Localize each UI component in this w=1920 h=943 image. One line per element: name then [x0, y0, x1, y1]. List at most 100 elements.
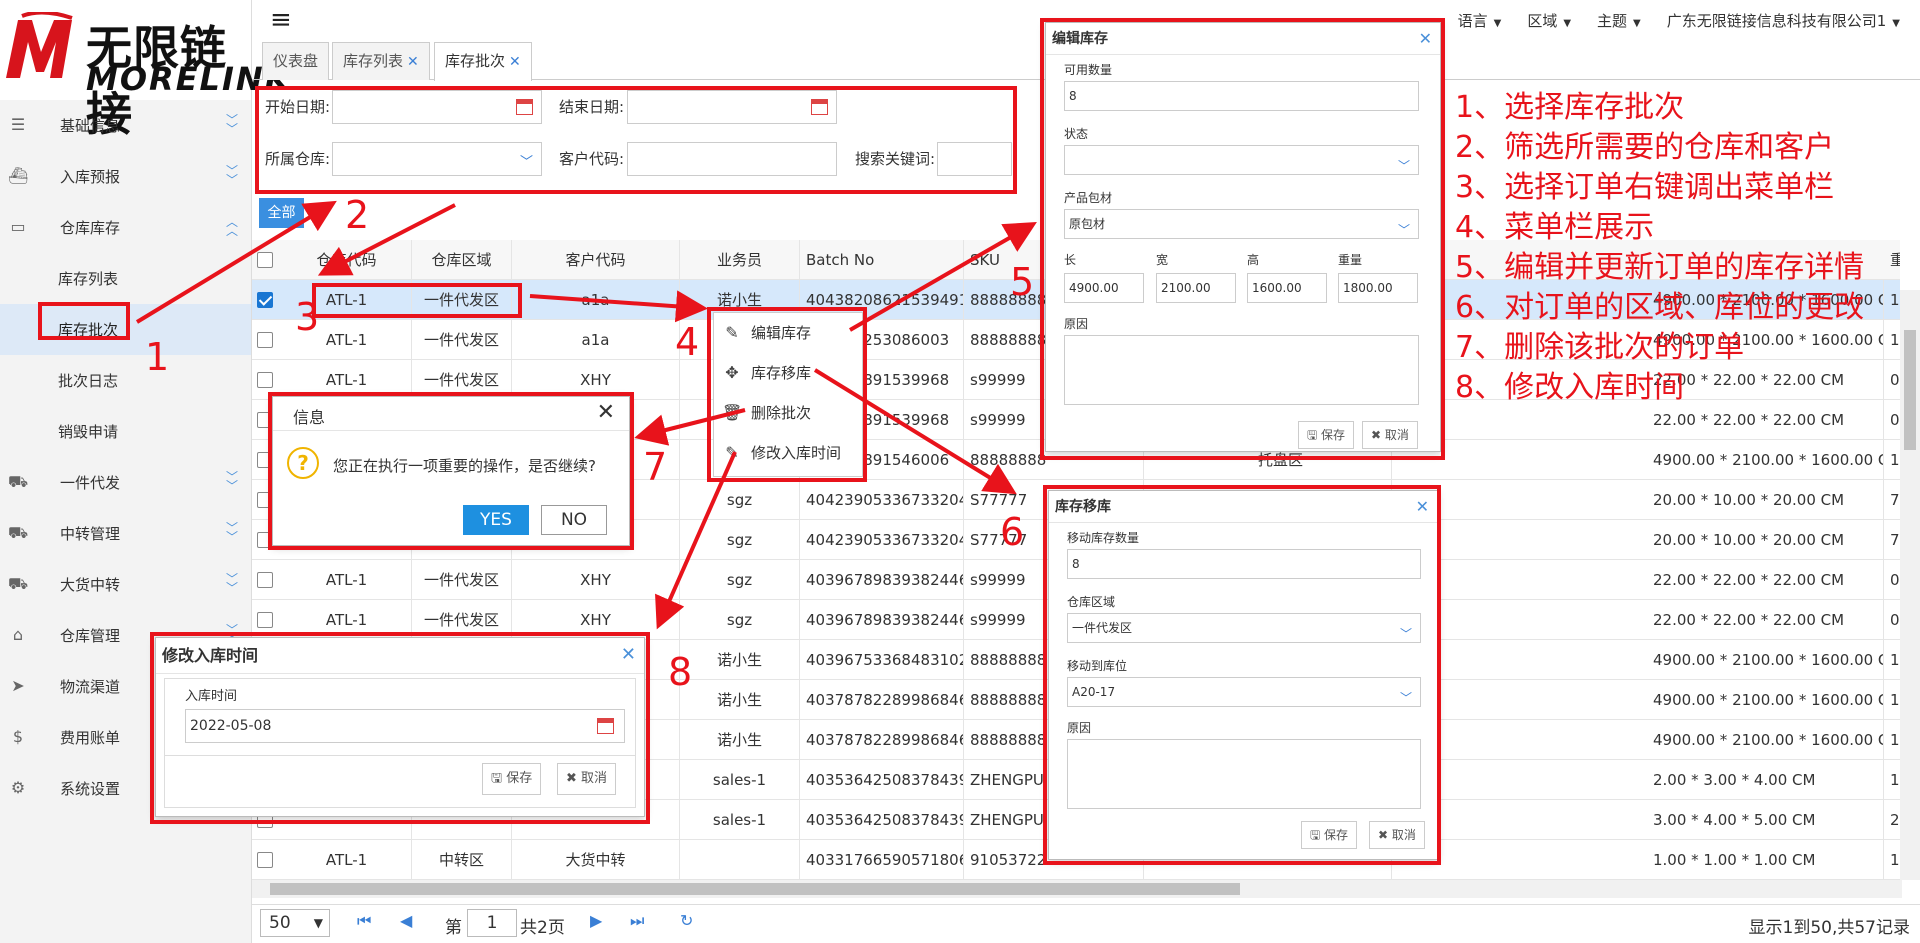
row-checkbox[interactable]: [257, 532, 273, 548]
scroll-thumb[interactable]: [270, 883, 1240, 895]
move-qty-label: 移动库存数量: [1067, 531, 1140, 545]
column-header[interactable]: 客户代码: [512, 240, 680, 280]
weight-input[interactable]: 1800.00: [1338, 273, 1418, 303]
language-menu[interactable]: 语言 ▼: [1458, 10, 1502, 31]
cancel-button[interactable]: ✖ 取消: [1369, 821, 1425, 849]
next-page-icon[interactable]: ▶: [590, 911, 602, 930]
width-input[interactable]: 2100.00: [1156, 273, 1236, 303]
row-checkbox[interactable]: [257, 572, 273, 588]
select-all-checkbox[interactable]: [257, 252, 273, 268]
cancel-button[interactable]: ✖ 取消: [1362, 421, 1418, 449]
sidebar-subitem-batch-log[interactable]: 批次日志: [0, 355, 251, 406]
close-icon[interactable]: ✕: [597, 400, 615, 425]
save-button[interactable]: 🖫 保存: [1301, 821, 1358, 849]
last-page-icon[interactable]: ⏭: [630, 911, 644, 931]
table-cell-w: 0: [1884, 400, 1900, 440]
menu-item-edit-stock[interactable]: ✎ 编辑库存: [714, 313, 864, 353]
warehouse-select[interactable]: ﹀: [332, 142, 542, 176]
save-button[interactable]: 🖫 保存: [1298, 421, 1355, 449]
reason-textarea[interactable]: [1064, 335, 1419, 405]
sidebar-item-basic-info[interactable]: ☰ 基础信息 ﹀ ﹀: [0, 100, 251, 151]
prev-page-icon[interactable]: ◀: [400, 911, 412, 930]
end-date-input[interactable]: [627, 90, 837, 124]
scroll-thumb[interactable]: [1904, 330, 1916, 450]
keyword-input[interactable]: [937, 142, 1012, 176]
column-header[interactable]: 业务员: [680, 240, 800, 280]
top-menus: 语言 ▼ 区域 ▼ 主题 ▼ 广东无限链接信息科技有限公司1 ▼: [1458, 10, 1900, 31]
tab-dashboard[interactable]: 仪表盘: [262, 42, 330, 80]
caret-down-icon: ▼: [1892, 18, 1900, 29]
inbound-time-input[interactable]: 2022-05-08: [185, 709, 625, 743]
status-select[interactable]: ﹀: [1064, 145, 1419, 175]
hamburger-menu-icon[interactable]: ≡: [270, 7, 292, 33]
tab-stock-list[interactable]: 库存列表 ✕: [332, 42, 430, 80]
ship-icon: ⛴: [8, 166, 29, 185]
length-input[interactable]: 4900.00: [1064, 273, 1144, 303]
cancel-button[interactable]: ✖ 取消: [557, 763, 617, 795]
sidebar-item-transit[interactable]: ⛟ 中转管理 ﹀ ﹀: [0, 508, 251, 559]
row-checkbox[interactable]: [257, 452, 273, 468]
logo: 无限链接 MORELINK: [0, 0, 289, 141]
sidebar-item-dropship[interactable]: ⛟ 一件代发 ﹀ ﹀: [0, 457, 251, 508]
reason-textarea[interactable]: [1067, 739, 1421, 809]
menu-item-move-stock[interactable]: ✥ 库存移库: [714, 353, 864, 393]
close-icon[interactable]: ✕: [509, 54, 521, 70]
sidebar-subitem-stock-batch[interactable]: 库存批次: [0, 304, 251, 355]
row-checkbox[interactable]: [257, 292, 273, 308]
region-menu[interactable]: 区域 ▼: [1527, 10, 1571, 31]
close-icon[interactable]: ✕: [1419, 29, 1432, 48]
company-menu[interactable]: 广东无限链接信息科技有限公司1 ▼: [1667, 10, 1900, 31]
location-select[interactable]: A20-17 ﹀: [1067, 677, 1421, 707]
yes-button[interactable]: YES: [463, 505, 529, 535]
row-checkbox[interactable]: [257, 612, 273, 628]
start-date-input[interactable]: [332, 90, 542, 124]
customer-code-input[interactable]: [627, 142, 837, 176]
column-header[interactable]: 仓库区域: [412, 240, 512, 280]
sidebar-item-bulk-transit[interactable]: ⛟ 大货中转 ﹀ ﹀: [0, 559, 251, 610]
sidebar-item-inbound[interactable]: ⛴ 入库预报 ﹀ ﹀: [0, 151, 251, 202]
context-menu: ✎ 编辑库存 ✥ 库存移库 🗑 删除批次 ✎ 修改入库时间: [713, 312, 863, 477]
no-button[interactable]: NO: [541, 505, 607, 535]
sidebar-item-warehouse-stock[interactable]: ▭ 仓库库存 ︿ ︿: [0, 202, 251, 253]
table-cell-sales: 诺小生: [680, 720, 800, 760]
row-checkbox[interactable]: [257, 492, 273, 508]
refresh-icon[interactable]: ↻: [680, 911, 693, 930]
close-icon[interactable]: ✕: [407, 54, 419, 70]
horizontal-scrollbar[interactable]: [252, 880, 1902, 898]
move-stock-dialog: 库存移库 ✕ 移动库存数量 8 仓库区域 一件代发区 ﹀ 移动到库位 A20-17…: [1048, 490, 1438, 860]
first-page-icon[interactable]: ⏮: [357, 911, 371, 931]
row-checkbox[interactable]: [257, 412, 273, 428]
tab-stock-batch[interactable]: 库存批次 ✕: [434, 42, 532, 81]
move-qty-input[interactable]: 8: [1067, 549, 1421, 579]
row-checkbox[interactable]: [257, 332, 273, 348]
calendar-icon[interactable]: [811, 99, 828, 115]
vertical-scrollbar[interactable]: [1900, 290, 1920, 880]
sidebar-subitem-destroy-request[interactable]: 销毁申请: [0, 406, 251, 457]
calendar-icon[interactable]: [597, 718, 614, 734]
menu-item-delete-batch[interactable]: 🗑 删除批次: [714, 393, 864, 433]
packaging-label: 产品包材: [1064, 191, 1113, 205]
row-checkbox[interactable]: [257, 852, 273, 868]
menu-item-change-inbound-time[interactable]: ✎ 修改入库时间: [714, 433, 864, 473]
close-icon[interactable]: ✕: [1416, 497, 1429, 516]
height-input[interactable]: 1600.00: [1247, 273, 1327, 303]
sidebar-item-label: 中转管理: [60, 525, 121, 543]
all-button[interactable]: 全部: [259, 198, 304, 228]
page-number-input[interactable]: 1: [467, 909, 517, 937]
save-button[interactable]: 🖫 保存: [482, 763, 542, 795]
theme-menu[interactable]: 主题 ▼: [1597, 10, 1641, 31]
tab-label: 库存列表: [343, 52, 404, 70]
calendar-icon[interactable]: [516, 99, 533, 115]
sidebar-subitem-stock-list[interactable]: 库存列表: [0, 253, 251, 304]
available-qty-input[interactable]: 8: [1064, 81, 1419, 111]
area-select[interactable]: 一件代发区 ﹀: [1067, 613, 1421, 643]
column-header[interactable]: 仓库代码: [282, 240, 412, 280]
table-cell-sales: 诺小生: [680, 680, 800, 720]
column-header[interactable]: 重量: [1884, 240, 1900, 280]
page-size-select[interactable]: 50 ▼: [260, 909, 330, 937]
packaging-select[interactable]: 原包材 ﹀: [1064, 209, 1419, 239]
pagination: 50 ▼ ⏮ ◀ 第 1 共2页 ▶ ⏭ ↻ 显示1到50,共57记录: [252, 904, 1920, 940]
close-icon[interactable]: ✕: [621, 644, 636, 665]
row-checkbox[interactable]: [257, 372, 273, 388]
column-header[interactable]: Batch No: [800, 240, 964, 280]
